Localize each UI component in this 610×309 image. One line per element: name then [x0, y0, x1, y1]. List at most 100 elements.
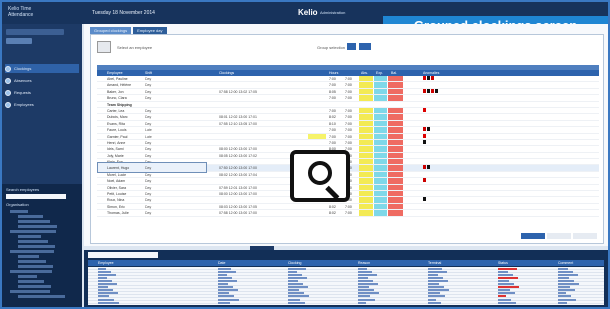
- flag-icon[interactable]: [423, 76, 426, 80]
- col-absences[interactable]: Abs.: [361, 71, 368, 75]
- shift-cell: Day: [145, 153, 152, 158]
- col-anomalies[interactable]: Anomalies: [423, 71, 439, 75]
- shift-cell: Day: [145, 179, 152, 184]
- status-cell: [359, 165, 373, 171]
- tree-node[interactable]: [18, 280, 44, 283]
- flag-icon[interactable]: [431, 88, 434, 93]
- table-row[interactable]: Thomas, Julie Day 07:58 12:00 13:00 17:00 8…: [97, 210, 599, 217]
- flag-icon[interactable]: [423, 178, 426, 183]
- flag-icon[interactable]: [423, 88, 426, 93]
- clockings-cell: 07:55 12:10 13:05 17:00: [219, 121, 257, 126]
- tree-node[interactable]: [18, 215, 43, 218]
- col-expected[interactable]: Exp.: [376, 71, 383, 75]
- employee-search-input[interactable]: [6, 194, 66, 199]
- employee-name: Faure, Louis: [107, 128, 127, 133]
- tree-node[interactable]: [18, 255, 39, 258]
- secondary-button[interactable]: [547, 233, 571, 239]
- bcol-clocking[interactable]: Clocking: [288, 261, 301, 265]
- sidebar-button[interactable]: [6, 38, 32, 44]
- filter-button[interactable]: [347, 43, 356, 50]
- tree-node[interactable]: [18, 225, 57, 228]
- flag-icon[interactable]: [427, 88, 430, 93]
- flag-icon[interactable]: [427, 165, 430, 170]
- clockings-cell: 07:59 12:01 13:00 17:00: [219, 185, 257, 190]
- clockings-cell: 08:00 12:00 13:00 17:00: [219, 147, 257, 152]
- apply-button[interactable]: [359, 43, 371, 50]
- bcol-terminal[interactable]: Terminal: [428, 261, 441, 265]
- tab-grouped-clockings[interactable]: Grouped clockings: [90, 27, 132, 34]
- status-cell: [359, 120, 373, 127]
- sidebar-item-requests[interactable]: Requests: [5, 88, 79, 97]
- detail-cell: [218, 301, 230, 304]
- clockings-cell: 08:05 12:00 13:00 17:02: [219, 153, 257, 158]
- status-cell: [359, 152, 373, 159]
- calendar-icon: [5, 77, 11, 84]
- col-balance[interactable]: Bal.: [391, 71, 397, 75]
- sidebar-item-employees[interactable]: Employees: [5, 100, 79, 109]
- flag-icon[interactable]: [427, 76, 430, 80]
- flag-icon[interactable]: [423, 139, 426, 144]
- status-cell: [388, 127, 403, 133]
- tree-node[interactable]: [18, 240, 48, 243]
- detail-cell: [358, 301, 366, 304]
- status-cell: [388, 139, 403, 146]
- expected-cell: 7:00: [345, 204, 352, 209]
- status-cell: [359, 146, 373, 152]
- bcol-status[interactable]: Status: [498, 261, 508, 265]
- tree-node[interactable]: [18, 260, 46, 263]
- tertiary-button[interactable]: [573, 233, 597, 239]
- tab-bar: Grouped clockings Employee day: [90, 27, 167, 34]
- magnifier-icon[interactable]: [290, 150, 350, 202]
- expected-cell: 7:00: [345, 89, 352, 94]
- tree-node[interactable]: [18, 245, 55, 248]
- expected-cell: 7:00: [345, 83, 352, 88]
- col-employee[interactable]: Employee: [107, 71, 123, 75]
- sidebar-item-clockings[interactable]: Clockings: [5, 64, 79, 73]
- col-clockings[interactable]: Clockings: [219, 71, 234, 75]
- flag-icon[interactable]: [427, 127, 430, 132]
- hours-cell: 7:00: [329, 134, 336, 139]
- sidebar-search-field[interactable]: [6, 29, 64, 35]
- status-cell: [374, 120, 387, 127]
- validate-button[interactable]: [521, 233, 545, 239]
- flag-icon[interactable]: [423, 165, 426, 170]
- tree-node[interactable]: [18, 265, 53, 268]
- status-cell: [388, 191, 403, 197]
- status-cell: [374, 203, 387, 210]
- status-cell: [359, 107, 373, 114]
- flag-icon[interactable]: [431, 76, 434, 80]
- status-cell: [374, 178, 387, 184]
- flag-icon[interactable]: [423, 197, 426, 202]
- bcol-date[interactable]: Date: [218, 261, 225, 265]
- bcol-employee[interactable]: Employee: [98, 261, 114, 265]
- tree-node[interactable]: [10, 250, 54, 253]
- employee-name: Joly, Marie: [107, 153, 124, 158]
- tree-node[interactable]: [18, 295, 65, 298]
- tree-node[interactable]: [10, 270, 52, 273]
- tab-employee-day[interactable]: Employee day: [133, 27, 167, 34]
- flag-icon[interactable]: [423, 107, 426, 112]
- flag-icon[interactable]: [423, 133, 426, 138]
- status-cell: [388, 107, 403, 114]
- employee-name: Baker, Jon: [107, 89, 124, 94]
- col-shift[interactable]: Shift: [145, 71, 152, 75]
- col-hours[interactable]: Hours: [329, 71, 338, 75]
- tree-node[interactable]: [18, 275, 37, 278]
- expected-cell: 7:00: [345, 115, 352, 120]
- status-cell: [359, 203, 373, 210]
- detail-row[interactable]: [88, 301, 604, 305]
- flag-icon[interactable]: [423, 127, 426, 132]
- status-cell: [374, 127, 387, 133]
- tree-node[interactable]: [10, 230, 56, 233]
- status-cell: [374, 165, 387, 171]
- bottom-search-input[interactable]: [88, 252, 158, 258]
- bcol-reason[interactable]: Reason: [358, 261, 370, 265]
- bcol-comment[interactable]: Comment: [558, 261, 573, 265]
- flag-icon[interactable]: [435, 88, 438, 93]
- tree-node[interactable]: [10, 210, 28, 213]
- tree-node[interactable]: [18, 285, 51, 288]
- tree-node[interactable]: [18, 220, 50, 223]
- tree-node[interactable]: [10, 290, 50, 293]
- tree-node[interactable]: [18, 235, 41, 238]
- sidebar-item-absences[interactable]: Absences: [5, 76, 79, 85]
